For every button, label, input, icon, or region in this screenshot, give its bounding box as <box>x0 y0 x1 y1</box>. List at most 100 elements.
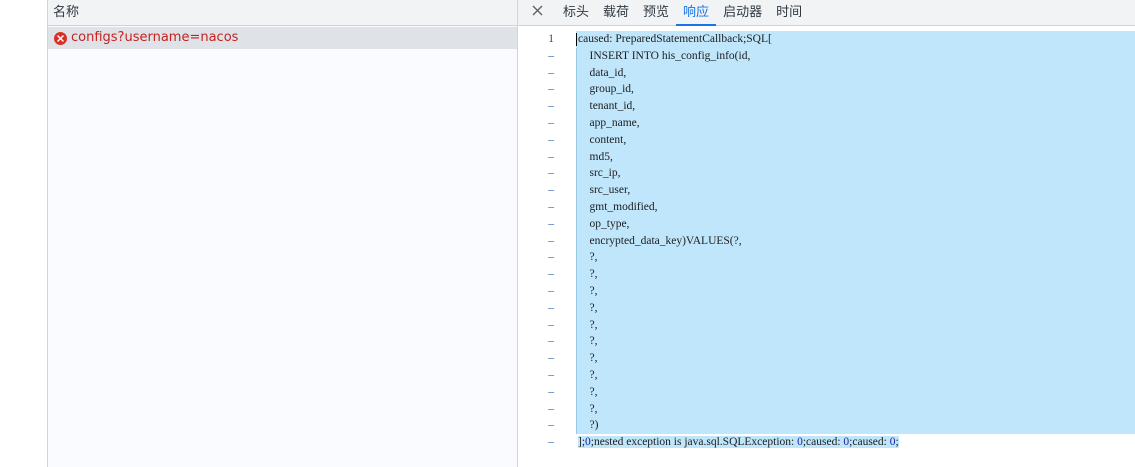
code-text: ?, <box>576 366 1135 384</box>
indent-guide <box>576 266 577 283</box>
indent-guide <box>576 148 577 166</box>
code-text: ?, <box>576 316 1135 334</box>
code-line: – content, <box>518 131 1135 149</box>
indent-guide <box>576 333 577 351</box>
code-text: src_ip, <box>576 165 1135 183</box>
line-number: – <box>548 217 554 230</box>
line-number: – <box>548 268 554 281</box>
code-fragment: ]; <box>578 436 586 449</box>
tab-payload[interactable]: 载荷 <box>596 0 636 25</box>
line-number: – <box>548 49 554 62</box>
line-number: – <box>548 100 554 113</box>
tab-preview[interactable]: 预览 <box>636 0 676 25</box>
code-line: – ];0;nested exception is java.sql.SQLExc… <box>518 434 1135 451</box>
indent-guide <box>576 182 577 199</box>
indent-guide <box>576 114 577 132</box>
code-line: – ?, <box>518 333 1135 351</box>
line-number: – <box>548 200 554 213</box>
indent-guide <box>576 366 577 384</box>
code-line: – ?) <box>518 417 1135 435</box>
code-line: – md5, <box>518 148 1135 166</box>
name-column-header[interactable]: 名称 <box>48 0 517 26</box>
line-number: – <box>548 167 554 180</box>
line-number: – <box>548 184 554 197</box>
code-text: ?, <box>576 400 1135 418</box>
line-number: – <box>548 66 554 79</box>
line-number: – <box>548 352 554 365</box>
code-text: md5, <box>576 148 1135 166</box>
indent-guide <box>576 232 577 250</box>
left-gutter <box>0 0 48 467</box>
tab-initiator[interactable]: 启动器 <box>716 0 769 25</box>
text-caret <box>576 33 577 46</box>
code-number: 0 <box>585 436 591 449</box>
code-text: ?, <box>576 266 1135 283</box>
code-number: 0 <box>797 436 803 449</box>
code-text-last: ];0;nested exception is java.sql.SQLExce… <box>576 434 1135 451</box>
indent-guide <box>576 350 577 367</box>
code-line: – ?, <box>518 366 1135 384</box>
code-line: – encrypted_data_key)VALUES(?, <box>518 232 1135 250</box>
close-icon <box>532 5 543 20</box>
code-text: data_id, <box>576 64 1135 82</box>
code-line: 1 caused: PreparedStatementCallback;SQL[ <box>518 31 1135 48</box>
tab-response[interactable]: 响应 <box>676 0 717 26</box>
code-line: – ?, <box>518 383 1135 401</box>
indent-guide <box>576 98 577 115</box>
code-text: encrypted_data_key)VALUES(?, <box>576 232 1135 250</box>
code-line: – group_id, <box>518 81 1135 99</box>
code-text: src_user, <box>576 182 1135 199</box>
code-text: ?, <box>576 282 1135 300</box>
request-name-panel: 名称 configs?username=nacos <box>48 0 517 467</box>
code-line: – ?, <box>518 350 1135 367</box>
line-number: – <box>548 318 554 331</box>
line-number: – <box>548 301 554 314</box>
tab-timing[interactable]: 时间 <box>769 0 809 25</box>
line-number: – <box>548 251 554 264</box>
code-text: content, <box>576 131 1135 149</box>
line-number: – <box>548 436 554 449</box>
line-number: – <box>548 368 554 381</box>
error-icon <box>54 31 67 45</box>
line-number: – <box>548 150 554 163</box>
line-number: – <box>548 234 554 247</box>
line-number: – <box>548 284 554 297</box>
code-fragment: ;caused: <box>849 436 890 449</box>
indent-guide <box>576 299 577 317</box>
code-line: – data_id, <box>518 64 1135 82</box>
code-line: – ?, <box>518 299 1135 317</box>
code-line: – tenant_id, <box>518 98 1135 115</box>
code-line: – ?, <box>518 266 1135 283</box>
code-text: caused: PreparedStatementCallback;SQL[ <box>576 31 1135 48</box>
indent-guide <box>576 417 577 435</box>
code-line: – gmt_modified, <box>518 198 1135 216</box>
indent-guide <box>576 383 577 401</box>
indent-guide <box>576 47 577 65</box>
request-detail-panel: 标头 载荷 预览 响应 启动器 时间 1 caused: PreparedStat… <box>518 0 1135 467</box>
close-button[interactable] <box>518 0 556 25</box>
code-line: – op_type, <box>518 215 1135 233</box>
detail-tabbar: 标头 载荷 预览 响应 启动器 时间 <box>518 0 1135 26</box>
indent-guide <box>576 215 577 233</box>
line-number: – <box>548 385 554 398</box>
code-line: – app_name, <box>518 114 1135 132</box>
request-row[interactable]: configs?username=nacos <box>48 27 517 49</box>
indent-guide <box>576 316 577 334</box>
code-text: gmt_modified, <box>576 198 1135 216</box>
code-text: ?, <box>576 350 1135 367</box>
line-number: – <box>548 335 554 348</box>
line-number: – <box>548 133 554 146</box>
code-line: – ?, <box>518 400 1135 418</box>
code-text: tenant_id, <box>576 98 1135 115</box>
line-number: – <box>548 419 554 432</box>
code-text: ?, <box>576 383 1135 401</box>
request-name: configs?username=nacos <box>71 30 239 45</box>
line-number: – <box>548 83 554 96</box>
tab-headers[interactable]: 标头 <box>556 0 596 25</box>
indent-guide <box>576 400 577 418</box>
response-code-view[interactable]: 1 caused: PreparedStatementCallback;SQL[ –… <box>518 26 1135 451</box>
code-text: ?) <box>576 417 1135 435</box>
code-line: – src_user, <box>518 182 1135 199</box>
code-text: app_name, <box>576 114 1135 132</box>
line-number: 1 <box>548 33 554 45</box>
